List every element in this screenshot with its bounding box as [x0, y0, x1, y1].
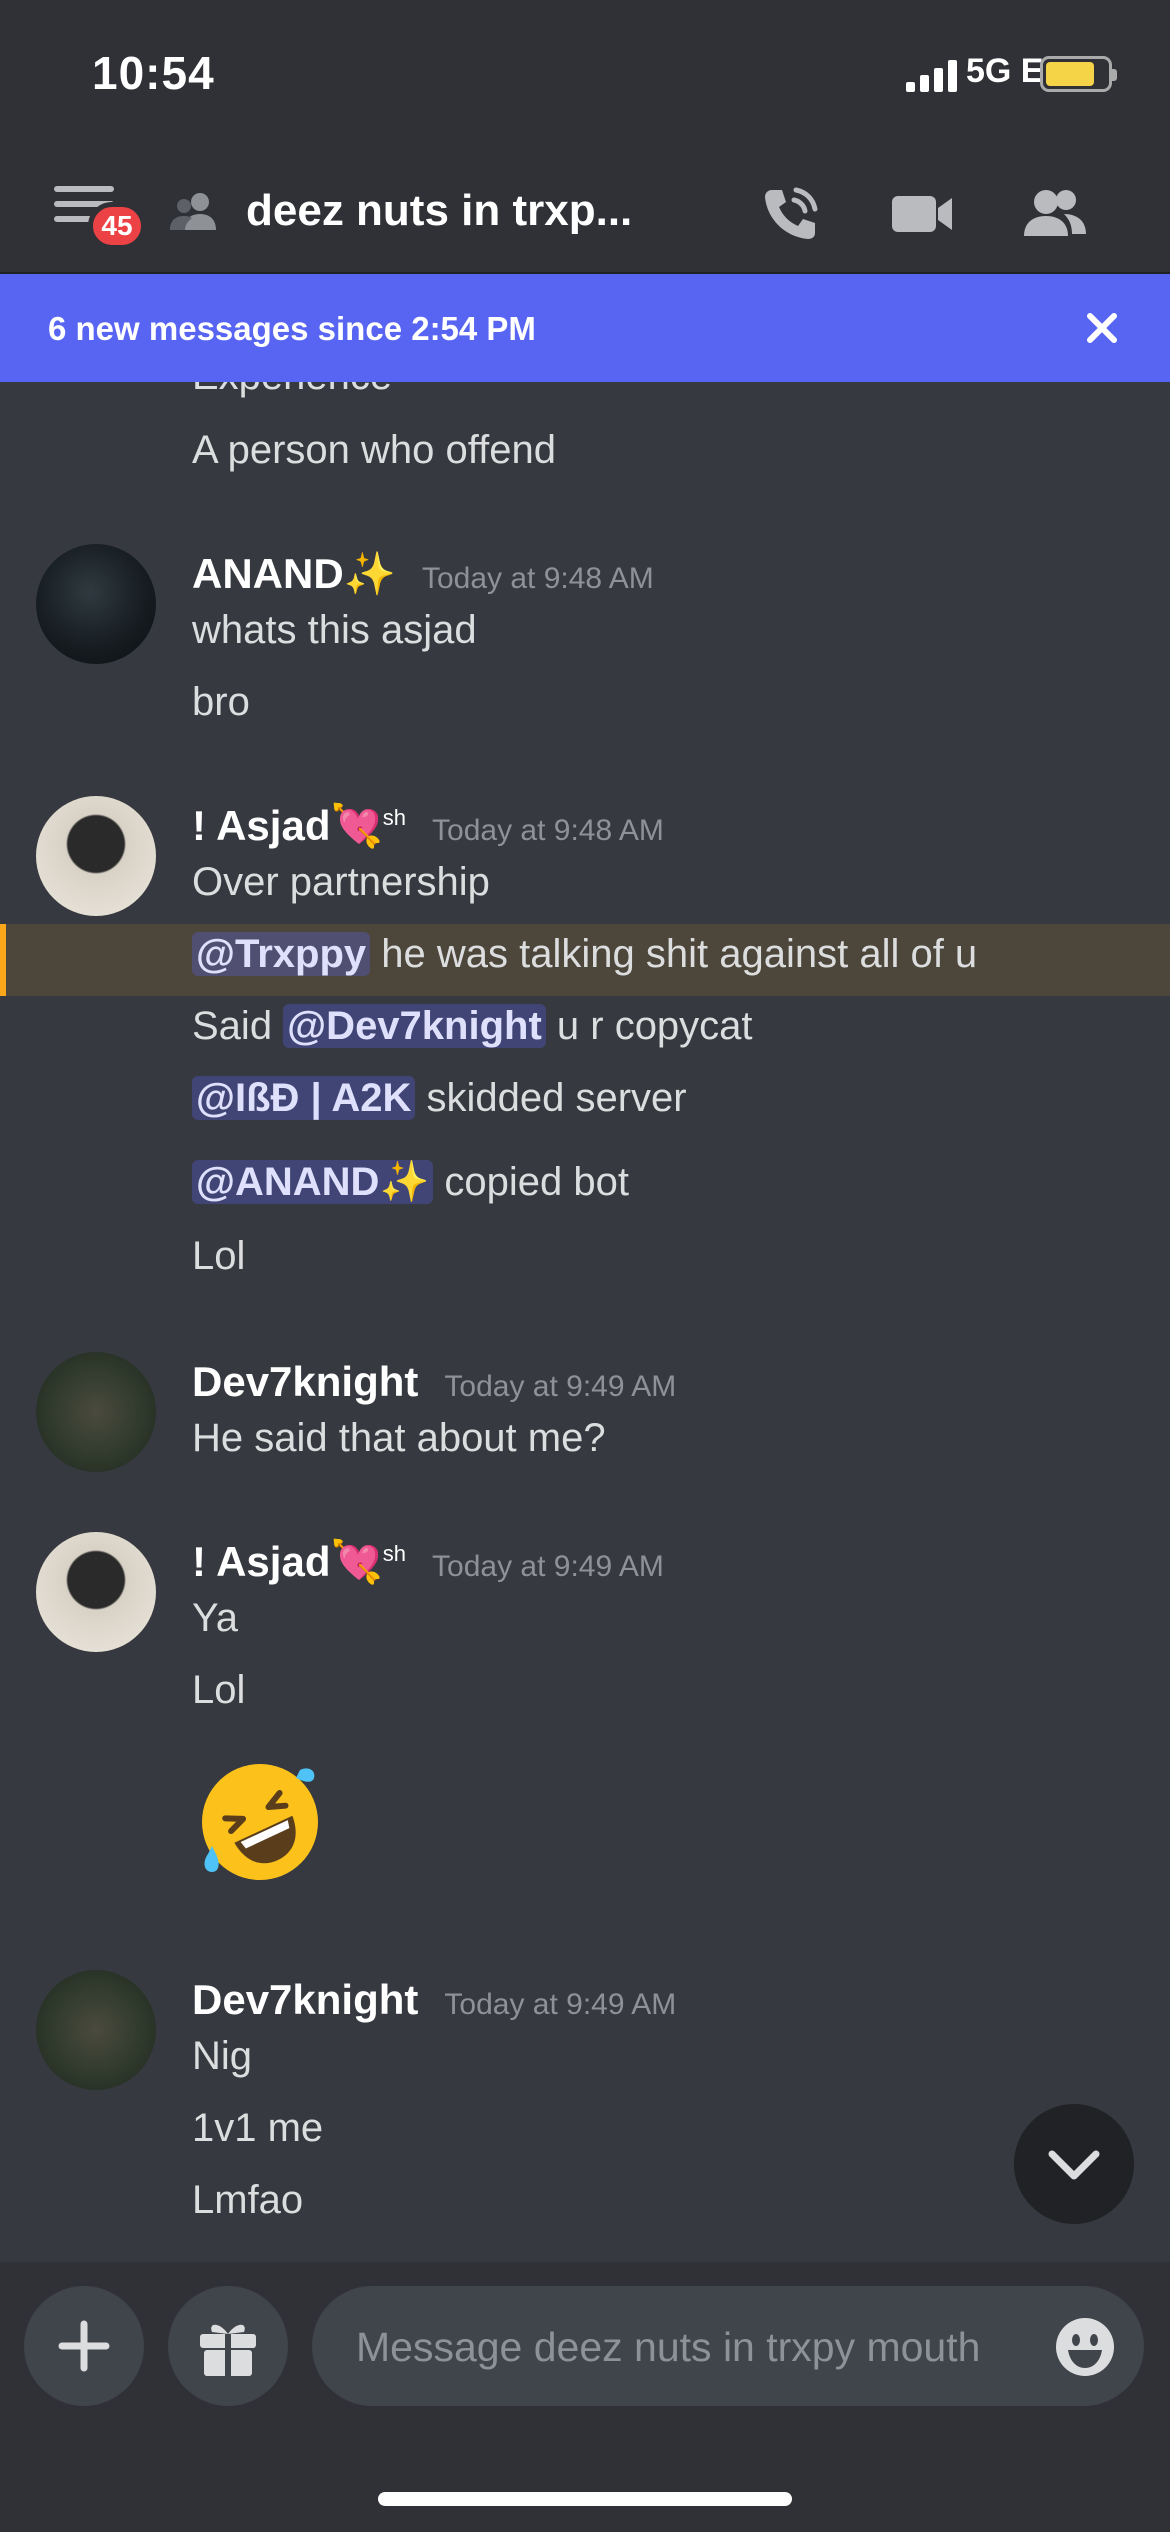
- status-time: 10:54: [92, 47, 215, 99]
- message-input[interactable]: Message deez nuts in trxpy mouth: [312, 2286, 1144, 2406]
- message-input-placeholder: Message deez nuts in trxpy mouth: [356, 2324, 981, 2370]
- message-text: Lmfao: [192, 2178, 304, 2222]
- gift-button[interactable]: [168, 2286, 288, 2406]
- timestamp: Today at 9:48 AM: [421, 562, 654, 595]
- timestamp: Today at 9:49 AM: [444, 1988, 677, 2021]
- message-text: He said that about me?: [192, 1416, 606, 1460]
- message-header: ! Asjad💘sh Today at 9:48 AM: [192, 802, 664, 851]
- message-text: @ANAND✨ copied bot: [192, 1158, 629, 1205]
- author-tag: sh: [382, 1541, 407, 1566]
- author-name[interactable]: ! Asjad💘: [192, 802, 383, 849]
- user-mention[interactable]: @IßÐ | A2K: [192, 1076, 416, 1120]
- voice-call-icon[interactable]: [752, 176, 828, 252]
- message-text: @Trxppy he was talking shit against all …: [192, 932, 977, 977]
- cellular-signal-icon: [906, 60, 957, 92]
- home-indicator[interactable]: [378, 2492, 792, 2506]
- message-list[interactable]: Experience A person who offend ANAND✨Tod…: [0, 340, 1170, 2260]
- message-text: whats this asjad: [192, 608, 477, 652]
- user-mention[interactable]: @ANAND✨: [192, 1160, 434, 1204]
- unread-badge: 45: [88, 202, 146, 250]
- message-text: A person who offend: [192, 428, 556, 472]
- rolling-laughing-emoji-icon: [202, 1764, 318, 1880]
- timestamp: Today at 9:48 AM: [432, 814, 664, 847]
- avatar[interactable]: [36, 1970, 156, 2090]
- avatar[interactable]: [36, 544, 156, 664]
- group-dm-icon: [170, 193, 216, 230]
- avatar[interactable]: [36, 1532, 156, 1652]
- new-messages-text: 6 new messages since 2:54 PM: [48, 310, 536, 347]
- author-name[interactable]: ! Asjad💘: [192, 1538, 383, 1585]
- emoji-picker-icon[interactable]: [1054, 2316, 1116, 2378]
- scroll-to-bottom-button[interactable]: [1014, 2104, 1134, 2224]
- channel-title[interactable]: deez nuts in trxp...: [246, 186, 632, 236]
- message-text: Nig: [192, 2034, 253, 2078]
- battery-icon: [1040, 56, 1117, 92]
- author-name[interactable]: Dev7knight: [192, 1976, 418, 2023]
- members-icon[interactable]: [1016, 176, 1092, 252]
- message-text: Ya: [192, 1596, 238, 1640]
- message-text: Over partnership: [192, 860, 490, 904]
- timestamp: Today at 9:49 AM: [444, 1370, 677, 1403]
- message-text: Lol: [192, 1234, 246, 1278]
- message-header: Dev7knight Today at 9:49 AM: [192, 1976, 676, 2024]
- video-call-icon[interactable]: [884, 176, 960, 252]
- add-attachment-button[interactable]: [24, 2286, 144, 2406]
- user-mention[interactable]: @Dev7knight: [283, 1004, 546, 1048]
- message-text: Lol: [192, 1668, 246, 1712]
- message-text: Said @Dev7knight u r copycat: [192, 1004, 753, 1048]
- author-tag: sh: [382, 805, 407, 830]
- chevron-down-icon: [1048, 2150, 1100, 2180]
- author-name[interactable]: Dev7knight: [192, 1358, 418, 1405]
- gift-icon: [200, 2324, 256, 2376]
- message-header: Dev7knight Today at 9:49 AM: [192, 1358, 676, 1406]
- avatar[interactable]: [36, 1352, 156, 1472]
- timestamp: Today at 9:49 AM: [432, 1550, 664, 1583]
- user-mention[interactable]: @Trxppy: [192, 932, 371, 976]
- author-name[interactable]: ANAND✨: [192, 550, 396, 597]
- message-text: bro: [192, 680, 250, 724]
- status-bar: 10:54 5G E: [0, 0, 1170, 150]
- avatar[interactable]: [36, 796, 156, 916]
- message-text: 1v1 me: [192, 2106, 324, 2150]
- message-text: @IßÐ | A2K skidded server: [192, 1076, 687, 1121]
- message-header: ANAND✨ Today at 9:48 AM: [192, 550, 654, 599]
- message-header: ! Asjad💘sh Today at 9:49 AM: [192, 1538, 664, 1587]
- channel-header: 45 deez nuts in trxp...: [0, 150, 1170, 274]
- network-type: 5G E: [966, 52, 1044, 90]
- plus-icon: [58, 2320, 110, 2372]
- close-icon[interactable]: [1074, 300, 1130, 356]
- new-messages-bar[interactable]: 6 new messages since 2:54 PM: [0, 274, 1170, 382]
